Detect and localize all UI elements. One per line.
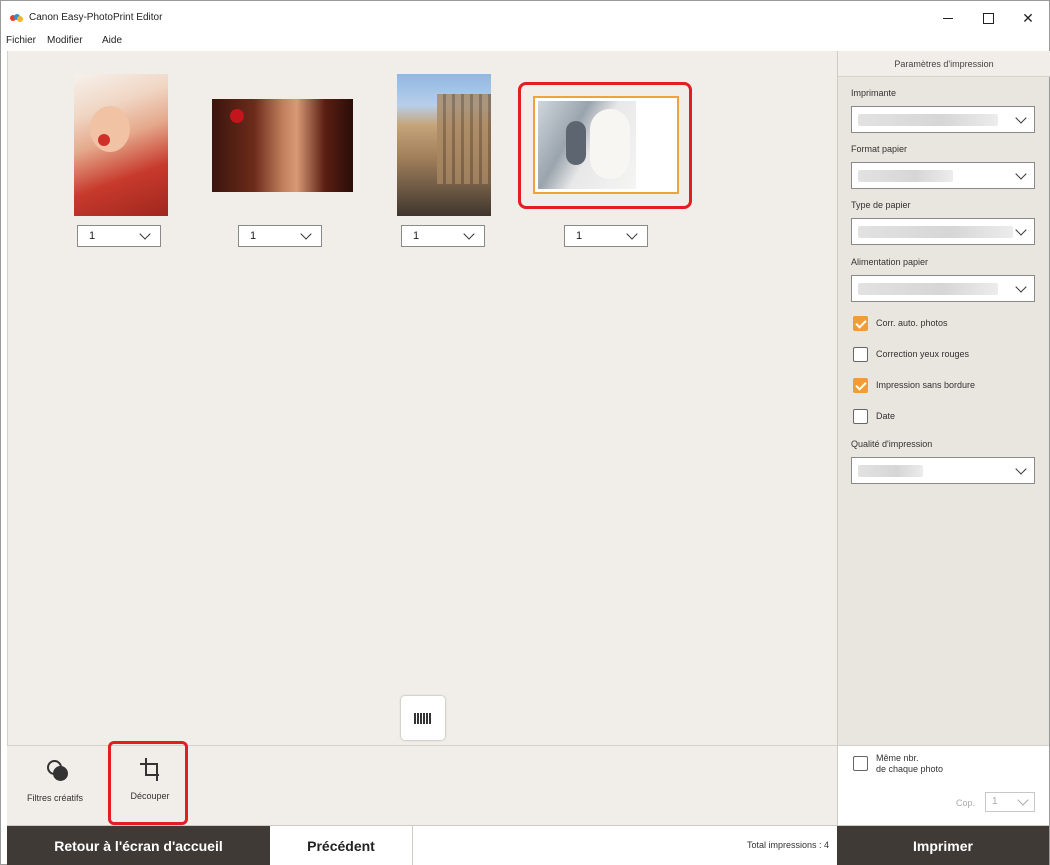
menu-file[interactable]: Fichier — [6, 35, 36, 46]
quantity-value: 1 — [576, 230, 583, 242]
chevron-down-icon — [463, 228, 475, 240]
back-to-home-button[interactable]: Retour à l'écran d'accueil — [7, 826, 270, 865]
same-count-label-line2: de chaque photo — [876, 764, 944, 774]
paper-source-value-redacted — [858, 283, 998, 295]
red-eye-label: Correction yeux rouges — [876, 349, 970, 359]
copies-select[interactable]: 1 — [985, 792, 1035, 812]
date-label: Date — [876, 411, 896, 421]
crop-highlight: Découper — [108, 741, 188, 825]
chevron-down-icon — [1015, 281, 1027, 293]
chevron-down-icon — [139, 228, 151, 240]
paper-type-value-redacted — [858, 226, 1013, 238]
quantity-select-3[interactable]: 1 — [401, 225, 485, 247]
menu-edit[interactable]: Modifier — [47, 35, 83, 46]
print-quality-value-redacted — [858, 465, 923, 477]
photo-thumbnail-2[interactable] — [212, 99, 353, 192]
photo-thumbnail-4[interactable] — [538, 101, 636, 189]
auto-photo-fix-label: Corr. auto. photos — [876, 318, 948, 328]
photo-thumbnail-3[interactable] — [397, 74, 491, 216]
paper-source-label: Alimentation papier — [851, 257, 929, 267]
borderless-checkbox[interactable] — [853, 378, 868, 393]
quantity-select-2[interactable]: 1 — [238, 225, 322, 247]
crop-button[interactable]: Découper — [119, 752, 181, 816]
chevron-down-icon — [1015, 168, 1027, 180]
chevron-down-icon — [1015, 224, 1027, 236]
creative-filters-label: Filtres créatifs — [27, 793, 84, 803]
menu-bar: Fichier Modifier Aide — [1, 33, 1049, 51]
previous-button[interactable]: Précédent — [270, 826, 413, 865]
window-title: Canon Easy-PhotoPrint Editor — [29, 12, 163, 23]
same-count-label-line1: Même nbr. — [876, 753, 919, 763]
selected-photo-highlight — [518, 82, 692, 209]
print-button[interactable]: Imprimer — [837, 826, 1049, 865]
copies-panel: Même nbr. de chaque photo Cop. 1 — [837, 745, 1049, 825]
printer-value-redacted — [858, 114, 998, 126]
printer-label: Imprimante — [851, 88, 897, 98]
quantity-select-1[interactable]: 1 — [77, 225, 161, 247]
action-bar: Retour à l'écran d'accueil Précédent Tot… — [7, 825, 1049, 865]
chevron-down-icon — [1015, 112, 1027, 124]
chevron-down-icon — [1017, 794, 1029, 806]
copies-value: 1 — [992, 796, 998, 807]
panel-title: Paramètres d'impression — [838, 51, 1050, 77]
date-checkbox[interactable] — [853, 409, 868, 424]
red-eye-checkbox[interactable] — [853, 347, 868, 362]
paper-size-label: Format papier — [851, 144, 908, 154]
quantity-value: 1 — [250, 230, 257, 242]
auto-photo-fix-checkbox[interactable] — [853, 316, 868, 331]
paper-type-label: Type de papier — [851, 200, 911, 210]
print-settings-panel: Paramètres d'impression Imprimante Forma… — [837, 51, 1050, 745]
title-bar: Canon Easy-PhotoPrint Editor ✕ — [1, 1, 1049, 33]
crop-label: Découper — [130, 791, 170, 801]
edit-toolbar: Filtres créatifs Découper — [7, 741, 837, 825]
minimize-button[interactable] — [929, 5, 969, 31]
paper-source-select[interactable] — [851, 275, 1035, 302]
print-quality-label: Qualité d'impression — [851, 439, 933, 449]
crop-icon — [140, 758, 162, 781]
same-count-checkbox[interactable] — [853, 756, 868, 771]
maximize-button[interactable] — [969, 5, 1009, 31]
preview-canvas: 1 1 1 1 — [7, 51, 837, 745]
close-button[interactable]: ✕ — [1008, 5, 1048, 31]
chevron-down-icon — [300, 228, 312, 240]
photo-paper-4[interactable] — [533, 96, 679, 194]
layout-strip-icon — [414, 713, 432, 724]
menu-help[interactable]: Aide — [102, 35, 122, 46]
quantity-value: 1 — [89, 230, 96, 242]
print-quality-select[interactable] — [851, 457, 1035, 484]
chevron-down-icon — [1015, 463, 1027, 475]
chevron-down-icon — [626, 228, 638, 240]
view-toggle-button[interactable] — [401, 696, 445, 740]
quantity-select-4[interactable]: 1 — [564, 225, 648, 247]
total-prints: Total impressions : 4 — [746, 840, 829, 850]
copies-label: Cop. — [956, 798, 976, 808]
paper-size-value-redacted — [858, 170, 953, 182]
photo-thumbnail-1[interactable] — [74, 74, 168, 216]
same-count-label: Même nbr. de chaque photo — [876, 753, 943, 775]
app-logo-icon — [10, 14, 23, 22]
creative-filters-button[interactable]: Filtres créatifs — [27, 754, 83, 822]
filters-icon — [47, 760, 69, 782]
paper-type-select[interactable] — [851, 218, 1035, 245]
app-window: Canon Easy-PhotoPrint Editor ✕ Fichier M… — [0, 0, 1050, 865]
printer-select[interactable] — [851, 106, 1035, 133]
borderless-label: Impression sans bordure — [876, 380, 976, 390]
paper-size-select[interactable] — [851, 162, 1035, 189]
quantity-value: 1 — [413, 230, 420, 242]
